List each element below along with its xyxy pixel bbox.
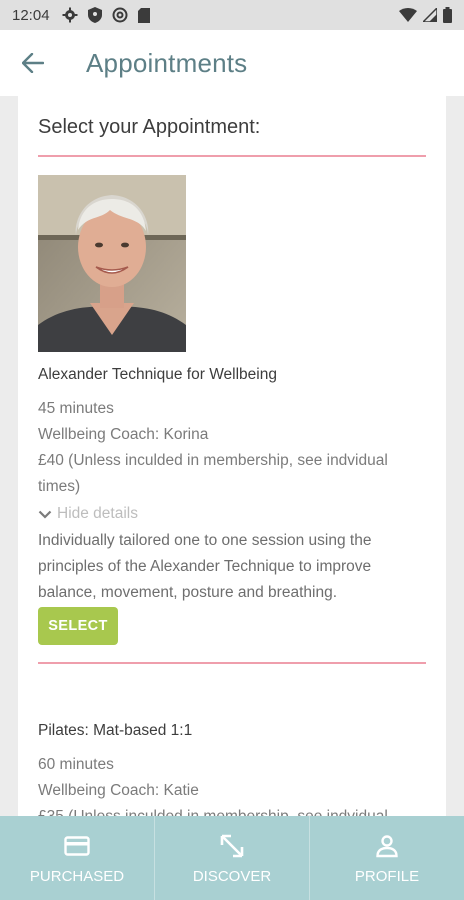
nav-purchased[interactable]: PURCHASED (0, 816, 155, 900)
appointment-price: £40 (Unless inculded in membership, see … (38, 452, 388, 469)
page-title: Appointments (86, 47, 248, 78)
appointment-coach: Wellbeing Coach: Katie (38, 782, 199, 799)
status-icons-right (399, 7, 452, 23)
signal-icon (423, 8, 437, 22)
status-icons-left (62, 7, 150, 23)
settings-icon (62, 7, 78, 23)
appointment-duration: 45 minutes (38, 400, 114, 417)
app-bar: Appointments (0, 30, 464, 96)
appointment-price: £35 (Unless inculded in membership, see … (38, 804, 388, 816)
description-line: Individually tailored one to one session… (38, 532, 372, 549)
appointment-title: Alexander Technique for Wellbeing (38, 366, 277, 383)
expand-arrows-icon (220, 834, 244, 857)
coach-photo (38, 175, 186, 352)
appointments-card: Select your Appointment: Alexander Techn… (18, 96, 446, 816)
nav-discover-label: DISCOVER (192, 867, 272, 885)
status-bar: 12:04 (0, 0, 464, 30)
bottom-navigation: PURCHASED DISCOVER PROFILE (0, 816, 464, 900)
person-icon (376, 834, 398, 857)
appointment-coach: Wellbeing Coach: Korina (38, 426, 209, 443)
appointment-price-continued: times) (38, 478, 81, 495)
sd-card-icon (137, 7, 150, 23)
appointment-duration: 60 minutes (38, 756, 114, 773)
hide-details-label: Hide details (57, 505, 138, 522)
divider (38, 155, 426, 157)
nav-profile-label: PROFILE (354, 867, 420, 885)
status-time: 12:04 (12, 6, 50, 24)
back-button[interactable] (0, 30, 66, 96)
hide-details-toggle[interactable]: Hide details (38, 505, 138, 523)
description-line: balance, movement, posture and breathing… (38, 584, 337, 601)
nav-discover[interactable]: DISCOVER (155, 816, 310, 900)
card-icon (64, 835, 90, 856)
battery-icon (443, 7, 452, 23)
select-button[interactable]: SELECT (38, 607, 118, 645)
section-heading: Select your Appointment: (38, 116, 261, 138)
description-line: principles of the Alexander Technique to… (38, 558, 372, 575)
shield-icon (87, 7, 102, 23)
nav-purchased-label: PURCHASED (29, 867, 125, 885)
nav-profile[interactable]: PROFILE (310, 816, 464, 900)
arrow-left-icon (22, 53, 44, 73)
appointment-title: Pilates: Mat-based 1:1 (38, 722, 193, 739)
at-sync-icon (112, 7, 128, 23)
appointment-description: Individually tailored one to one session… (38, 528, 426, 606)
divider (38, 662, 426, 664)
wifi-icon (399, 8, 417, 22)
chevron-down-icon (38, 510, 52, 519)
